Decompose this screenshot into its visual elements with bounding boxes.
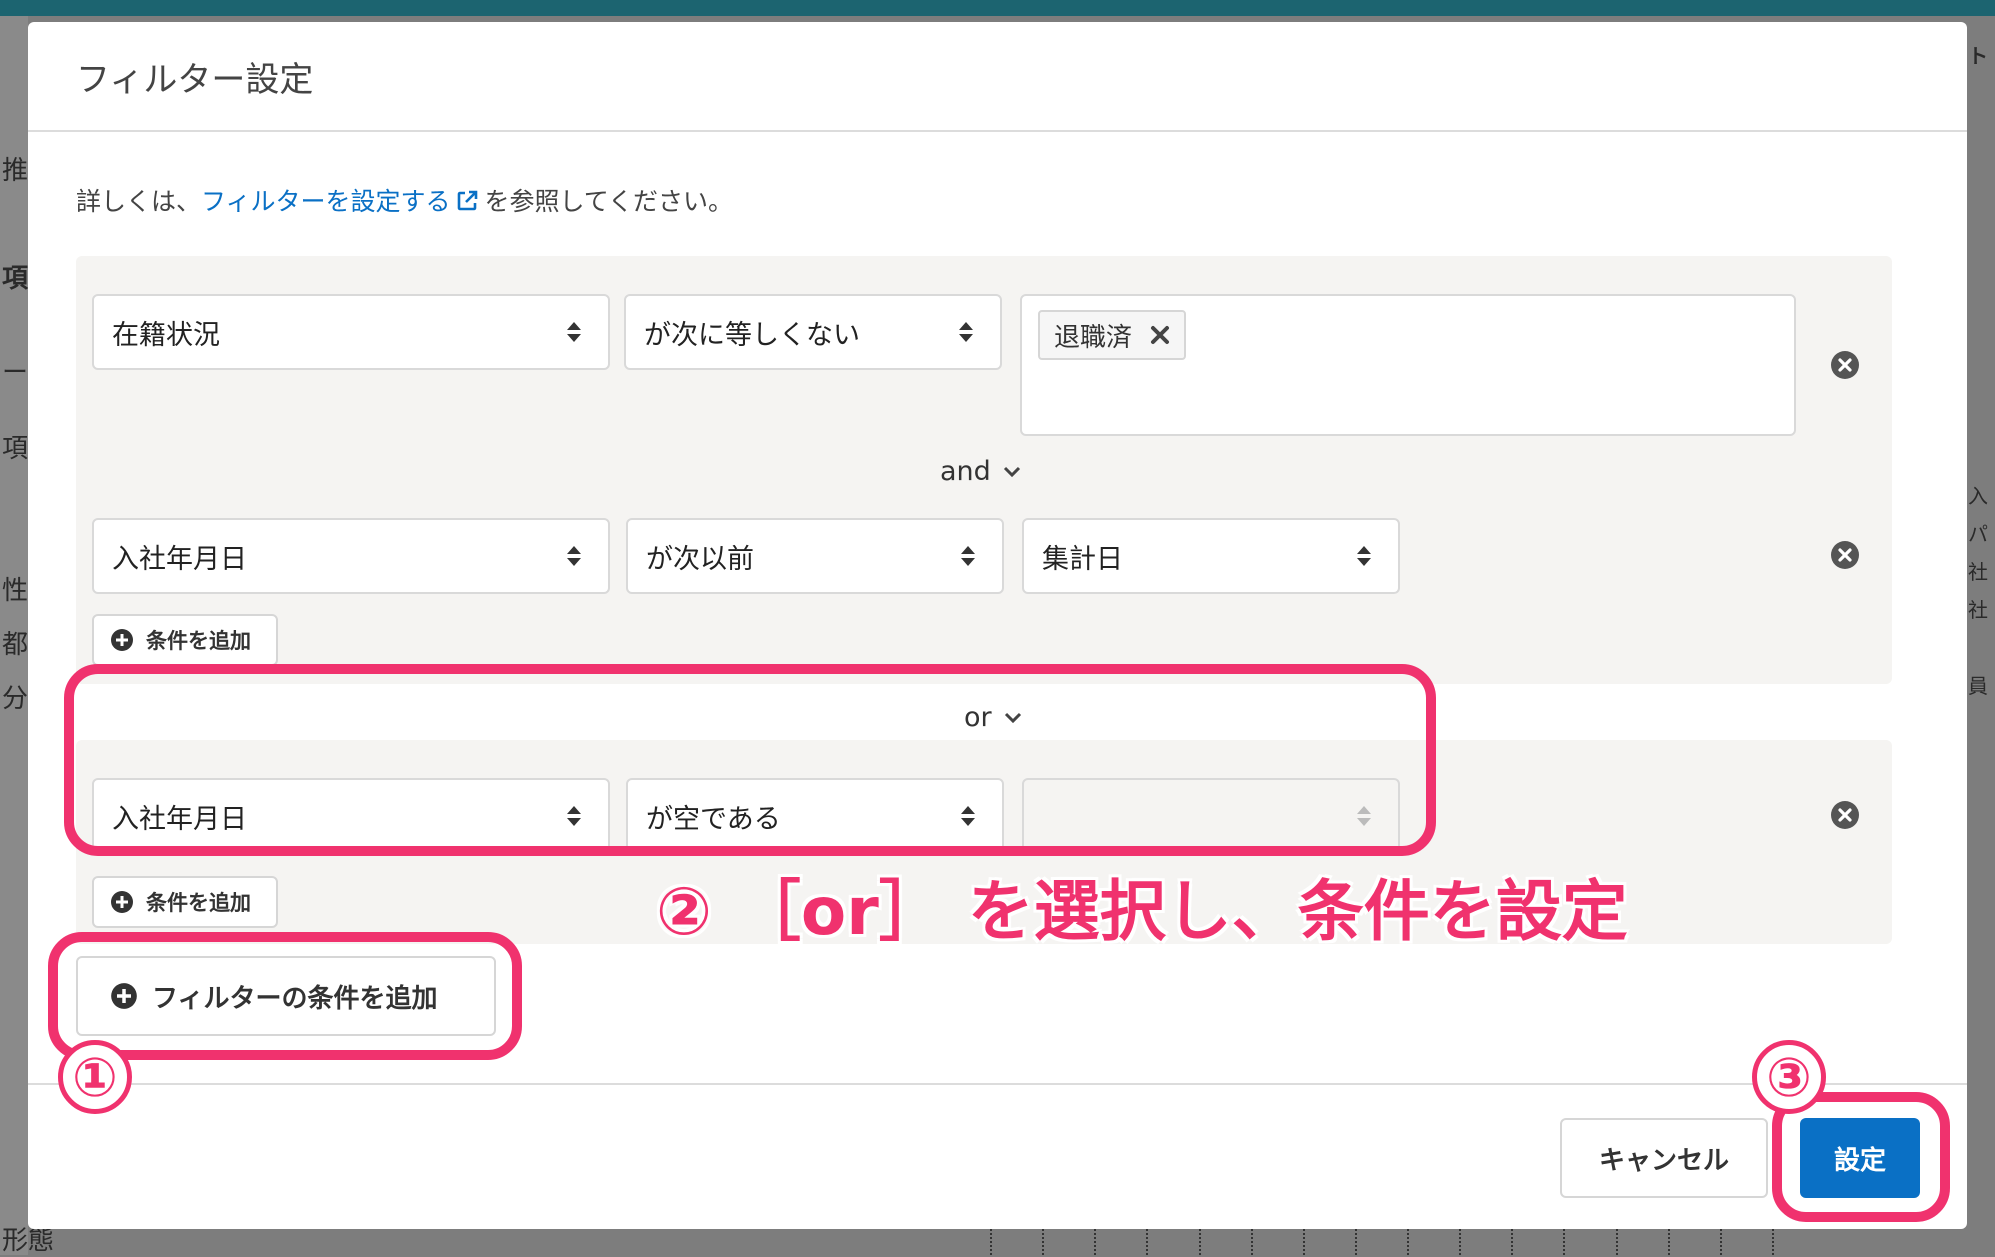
bg-text: 員 [1968, 674, 1988, 698]
bg-text: パ [1968, 522, 1988, 546]
field-select-value: 入社年月日 [112, 543, 247, 575]
sort-arrows-icon [959, 322, 973, 342]
modal-title: フィルター設定 [76, 60, 314, 100]
connector-label: and [940, 456, 991, 487]
bg-text: ト [1968, 44, 1988, 68]
footer-divider [28, 1083, 1967, 1085]
bg-text: 項 [2, 434, 29, 464]
selected-tag: 退職済 [1038, 310, 1187, 360]
cancel-button[interactable]: キャンセル [1560, 1118, 1768, 1198]
add-condition-button[interactable]: 条件を追加 [92, 614, 278, 666]
operator-select-value: が次以前 [646, 543, 754, 575]
add-condition-label: 条件を追加 [146, 891, 251, 915]
step-3-marker: ③ [1752, 1040, 1826, 1114]
help-text: 詳しくは、フィルターを設定する を参照してください。 [76, 182, 733, 218]
close-icon[interactable] [1150, 325, 1170, 345]
remove-condition-icon[interactable] [1830, 800, 1860, 830]
value-select-value: 集計日 [1042, 543, 1123, 575]
sort-arrows-icon [1357, 546, 1371, 566]
value-select[interactable]: 集計日 [1022, 518, 1400, 594]
bg-text: ー [2, 358, 29, 388]
operator-select[interactable]: が次以前 [626, 518, 1004, 594]
help-link[interactable]: フィルターを設定する [201, 187, 485, 216]
bg-text: 社 [1968, 598, 1988, 622]
highlight-or-condition [64, 664, 1436, 856]
plus-circle-icon [111, 629, 133, 651]
chevron-down-icon [1003, 466, 1020, 477]
step-2-callout: ② ［or］ を選択し、条件を設定 [656, 873, 1628, 950]
field-select[interactable]: 入社年月日 [92, 518, 610, 594]
and-connector-dropdown[interactable]: and [940, 456, 1021, 487]
value-multiselect[interactable]: 退職済 [1020, 294, 1796, 436]
operator-select-value: が次に等しくない [644, 319, 860, 351]
app-top-bar [0, 0, 1995, 16]
plus-circle-icon [111, 891, 133, 913]
bg-text: 性 [2, 576, 29, 606]
field-select-value: 在籍状況 [112, 319, 220, 351]
bg-text: 社 [1968, 560, 1988, 584]
bg-text: 分 [2, 684, 29, 714]
bg-text: 項 [2, 264, 29, 294]
add-condition-button[interactable]: 条件を追加 [92, 876, 278, 928]
field-select[interactable]: 在籍状況 [92, 294, 610, 370]
add-condition-label: 条件を追加 [146, 629, 251, 653]
operator-select[interactable]: が次に等しくない [624, 294, 1002, 370]
modal-header: フィルター設定 [28, 22, 1967, 132]
remove-condition-icon[interactable] [1830, 350, 1860, 380]
help-link-label: フィルターを設定する [201, 187, 451, 216]
filter-group-1: 在籍状況 が次に等しくない 退職済 and 入社年月日 が次以前 集計日 条件を… [76, 256, 1892, 684]
sort-arrows-icon [567, 322, 581, 342]
help-prefix: 詳しくは、 [76, 187, 202, 216]
sort-arrows-icon [567, 546, 581, 566]
bg-text: 都 [2, 630, 29, 660]
sort-arrows-icon [961, 546, 975, 566]
step-1-marker: ① [58, 1040, 132, 1114]
bg-text: 推 [2, 156, 29, 186]
tag-label: 退職済 [1054, 322, 1133, 353]
bg-text: 入 [1968, 484, 1988, 508]
help-suffix: を参照してください。 [484, 187, 734, 216]
external-link-icon [457, 190, 477, 211]
remove-condition-icon[interactable] [1830, 540, 1860, 570]
highlight-add-filter-button [48, 932, 522, 1060]
